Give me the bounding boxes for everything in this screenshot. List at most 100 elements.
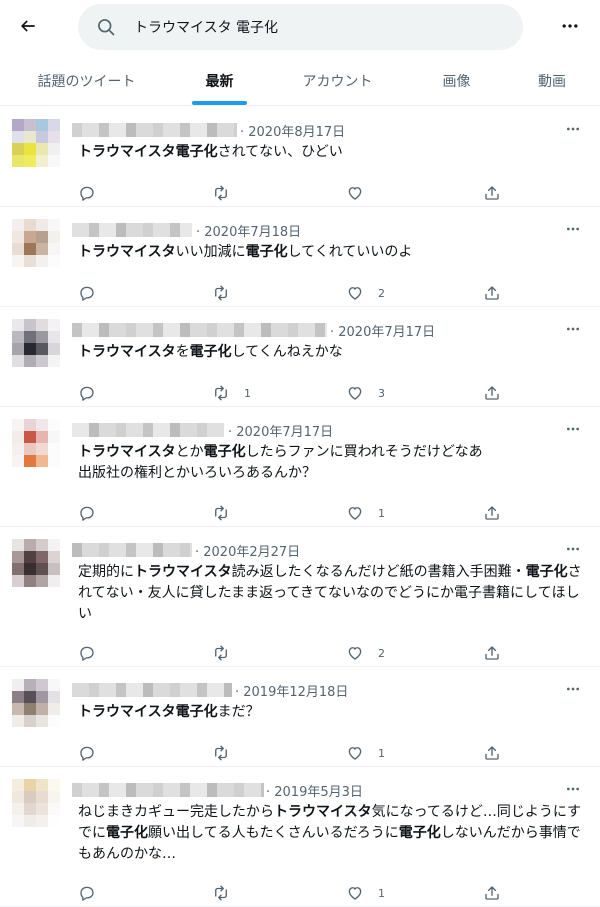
avatar[interactable] — [12, 219, 60, 267]
user-name-blurred[interactable] — [72, 543, 192, 557]
tweet-more-button[interactable] — [560, 679, 586, 699]
more-icon — [562, 24, 578, 28]
reply-icon — [80, 386, 94, 401]
tweet[interactable]: · 2019年12月18日 トラウマイスタ電子化まだ？ 1 — [0, 667, 600, 767]
more-icon — [567, 227, 579, 231]
user-name-blurred[interactable] — [72, 323, 327, 337]
avatar[interactable] — [12, 679, 60, 727]
reply-button[interactable] — [78, 881, 96, 905]
avatar[interactable] — [12, 779, 60, 827]
retweet-icon — [215, 285, 227, 301]
retweet-button[interactable] — [212, 881, 230, 905]
search-input[interactable] — [134, 16, 504, 38]
reply-button[interactable] — [78, 181, 96, 205]
retweet-icon — [215, 185, 227, 201]
arrow-left-icon — [20, 20, 35, 32]
avatar[interactable] — [12, 539, 60, 587]
more-icon — [567, 127, 579, 131]
tweet-more-button[interactable] — [560, 539, 586, 559]
reply-button[interactable] — [78, 741, 96, 765]
share-button[interactable] — [483, 641, 501, 665]
reply-button[interactable] — [78, 501, 96, 525]
text-segment: まだ？ — [217, 704, 260, 720]
heart-icon — [348, 647, 362, 660]
like-count: 1 — [378, 746, 385, 760]
tweet-date[interactable]: · 2020年2月27日 — [195, 541, 300, 560]
share-icon — [485, 506, 499, 520]
retweet-button[interactable]: 1 — [212, 381, 251, 405]
like-count: 1 — [378, 506, 385, 520]
user-name-blurred[interactable] — [72, 223, 192, 237]
tweet[interactable]: · 2020年7月17日 トラウマイスタを電子化してくんねえかな 1 3 — [0, 307, 600, 407]
tab-videos[interactable]: 動画 — [504, 56, 600, 106]
more-icon — [567, 687, 579, 691]
highlighted-term: 電子化 — [525, 564, 568, 580]
share-button[interactable] — [483, 181, 501, 205]
reply-button[interactable] — [78, 641, 96, 665]
retweet-button[interactable] — [212, 181, 230, 205]
like-button[interactable]: 2 — [346, 281, 385, 305]
retweet-button[interactable] — [212, 641, 230, 665]
highlighted-term: 電子化 — [189, 344, 232, 360]
like-button[interactable]: 1 — [346, 741, 385, 765]
tweet-date[interactable]: · 2019年5月3日 — [266, 781, 363, 800]
retweet-icon — [215, 885, 227, 901]
tweet[interactable]: · 2020年7月18日 トラウマイスタいい加減に電子化してくれていいのよ 2 — [0, 207, 600, 307]
tweet-more-button[interactable] — [560, 779, 586, 799]
reply-button[interactable] — [78, 281, 96, 305]
tweet-date[interactable]: · 2020年7月17日 — [330, 321, 435, 340]
retweet-icon — [215, 745, 227, 761]
like-button[interactable]: 2 — [346, 641, 385, 665]
tweet-more-button[interactable] — [560, 319, 586, 339]
tweet[interactable]: · 2020年8月17日 トラウマイスタ電子化されてない、ひどい — [0, 107, 600, 207]
tab-top[interactable]: 話題のツイート — [0, 56, 173, 106]
tweet-date[interactable]: · 2020年7月18日 — [196, 221, 301, 240]
retweet-button[interactable] — [212, 501, 230, 525]
heart-icon — [348, 187, 362, 200]
like-button[interactable]: 1 — [346, 501, 385, 525]
user-name-blurred[interactable] — [72, 423, 224, 437]
share-button[interactable] — [483, 381, 501, 405]
tweet-date[interactable]: · 2020年8月17日 — [240, 121, 345, 140]
retweet-button[interactable] — [212, 281, 230, 305]
like-button[interactable]: 1 — [346, 881, 385, 905]
search-box[interactable] — [78, 4, 523, 50]
share-button[interactable] — [483, 501, 501, 525]
text-segment: 定期的に — [78, 564, 134, 580]
tweet[interactable]: · 2020年7月17日 トラウマイスタとか電子化したらファンに買われそうだけどな… — [0, 407, 600, 527]
heart-icon — [348, 287, 362, 300]
tab-accounts[interactable]: アカウント — [266, 56, 409, 106]
retweet-button[interactable] — [212, 741, 230, 765]
user-name-blurred[interactable] — [72, 683, 232, 697]
reply-icon — [80, 286, 94, 301]
tweet-more-button[interactable] — [560, 419, 586, 439]
tweet-date[interactable]: · 2020年7月17日 — [228, 421, 333, 440]
heart-icon — [348, 507, 362, 520]
like-button[interactable] — [346, 181, 364, 205]
like-count: 2 — [378, 286, 385, 300]
user-name-blurred[interactable] — [72, 783, 264, 797]
tweet[interactable]: · 2019年5月3日 ねじまきカギュー完走したからトラウマイスタ気になってるけど… — [0, 767, 600, 907]
tweet[interactable]: · 2020年2月27日 定期的にトラウマイスタ読み返したくなるんだけど紙の書籍入… — [0, 527, 600, 667]
tweet-more-button[interactable] — [560, 119, 586, 139]
avatar[interactable] — [12, 119, 60, 167]
share-button[interactable] — [483, 281, 501, 305]
retweet-count: 1 — [244, 386, 251, 400]
tab-images[interactable]: 画像 — [409, 56, 504, 106]
share-icon — [485, 286, 499, 300]
user-name-blurred[interactable] — [72, 123, 237, 137]
back-button[interactable] — [12, 10, 44, 42]
reply-button[interactable] — [78, 381, 96, 405]
more-options-button[interactable] — [556, 12, 584, 40]
highlighted-term: 電子化 — [245, 244, 288, 260]
like-button[interactable]: 3 — [346, 381, 385, 405]
tweet-more-button[interactable] — [560, 219, 586, 239]
text-segment: 願い出してる人もたくさんいるだろうに — [148, 825, 399, 841]
text-segment: してくれていいのよ — [287, 244, 413, 260]
tweet-date[interactable]: · 2019年12月18日 — [235, 681, 348, 700]
tab-latest[interactable]: 最新 — [173, 56, 266, 106]
avatar[interactable] — [12, 419, 60, 467]
share-button[interactable] — [483, 881, 501, 905]
avatar[interactable] — [12, 319, 60, 367]
share-button[interactable] — [483, 741, 501, 765]
